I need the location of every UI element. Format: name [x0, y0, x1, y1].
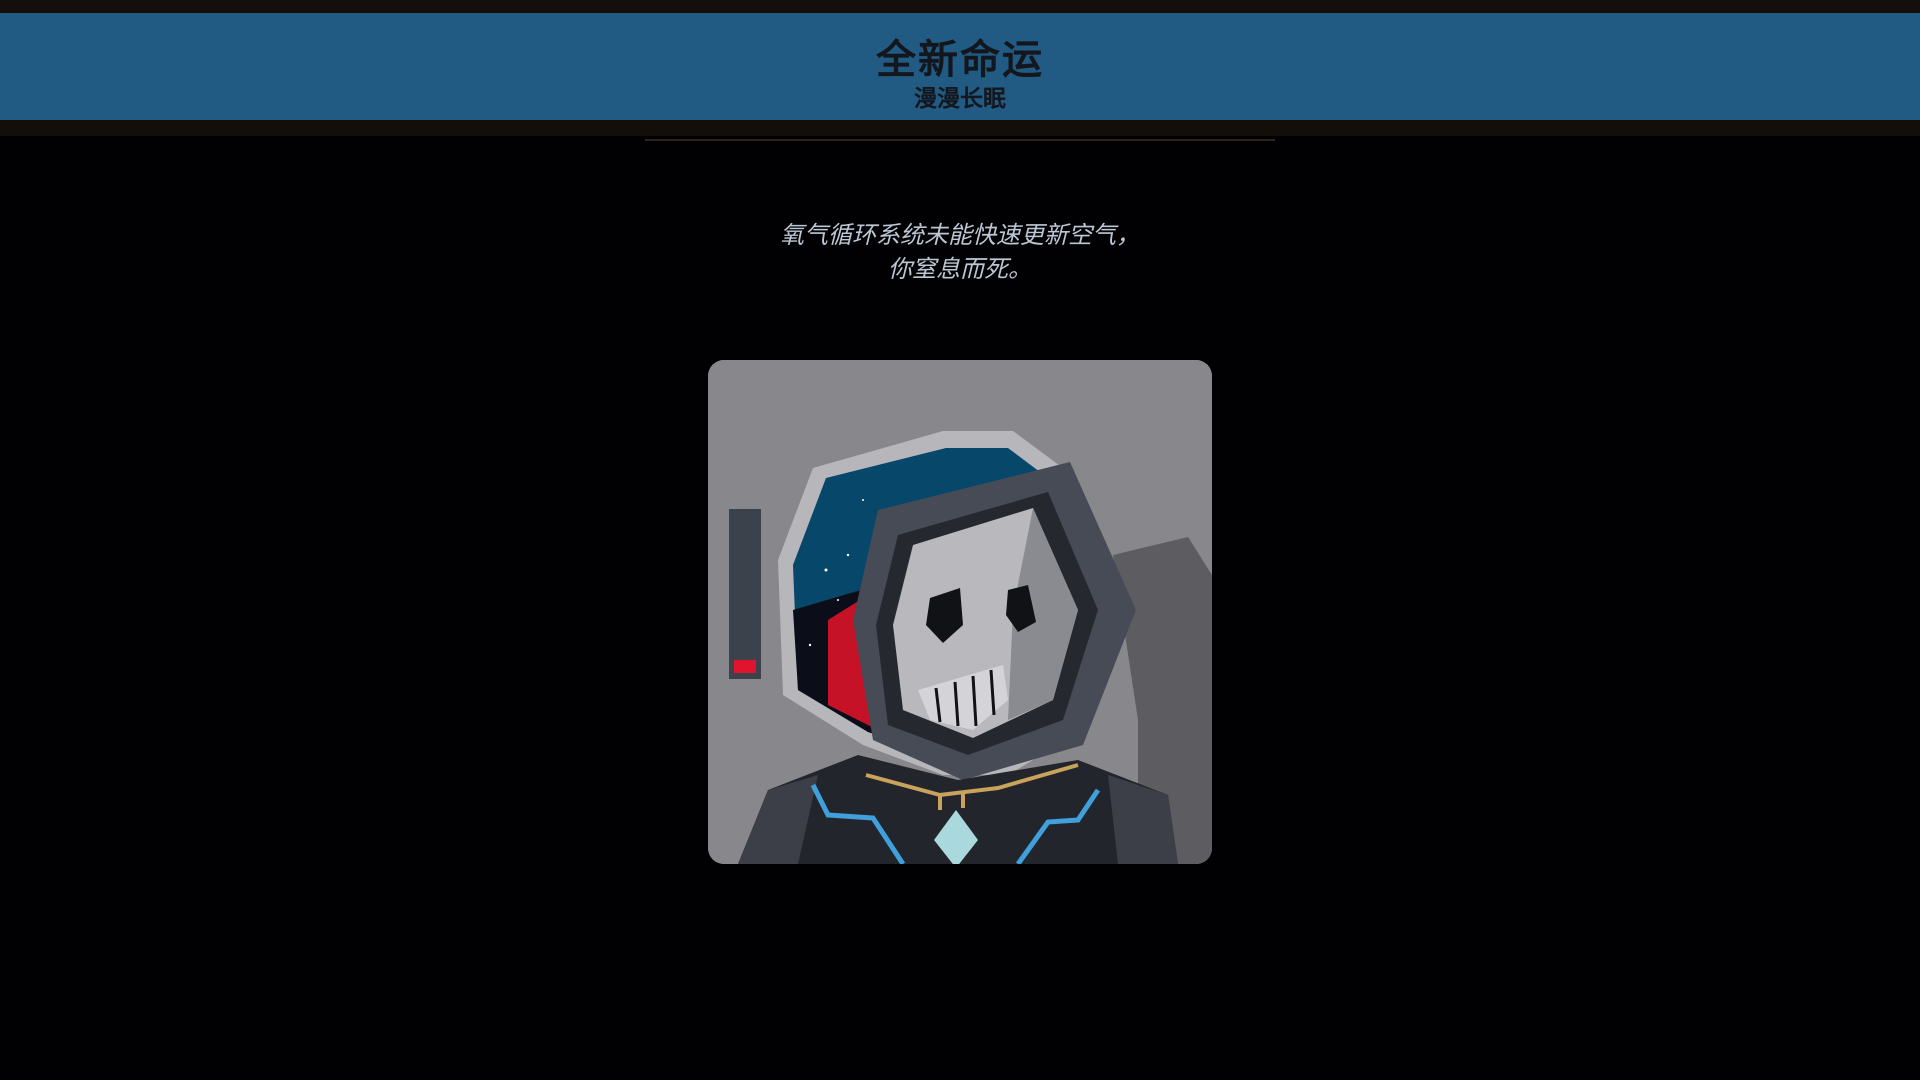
- banner-title: 全新命运: [876, 37, 1044, 83]
- title-banner: 全新命运 漫漫长眠: [0, 13, 1920, 120]
- skull-astronaut-illustration: [708, 360, 1212, 864]
- death-message-line-2: 你窒息而死。: [888, 255, 1032, 283]
- banner-bottom-strip: [0, 120, 1920, 136]
- top-frame-strip: [0, 0, 1920, 13]
- banner-subtitle: 漫漫长眠: [914, 86, 1006, 112]
- oxygen-meter: [729, 509, 761, 679]
- death-message: 氧气循环系统未能快速更新空气， 你窒息而死。: [0, 218, 1920, 286]
- oxygen-meter-fill: [734, 660, 756, 673]
- banner-divider: [645, 139, 1275, 141]
- death-message-line-1: 氧气循环系统未能快速更新空气，: [780, 221, 1140, 249]
- death-portrait: [708, 360, 1212, 864]
